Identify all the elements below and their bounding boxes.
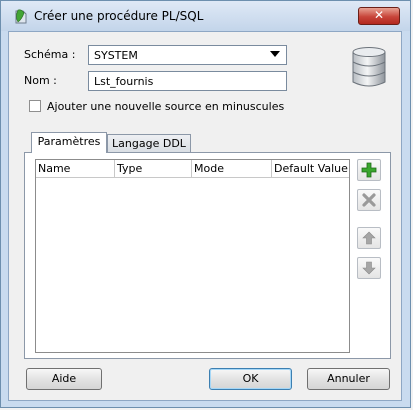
name-label: Nom :: [24, 74, 57, 87]
move-down-icon: [362, 261, 376, 275]
title-bar[interactable]: Créer une procédure PL/SQL ✕: [1, 1, 410, 31]
column-header-name[interactable]: Name: [36, 160, 115, 178]
help-button[interactable]: Aide: [26, 368, 102, 390]
move-down-button[interactable]: [357, 257, 381, 279]
column-header-mode[interactable]: Mode: [192, 160, 272, 178]
cancel-button-label: Annuler: [327, 372, 370, 385]
dialog-window: Créer une procédure PL/SQL ✕ Schéma : SY…: [0, 0, 411, 408]
help-button-label: Aide: [51, 372, 77, 385]
close-icon: ✕: [373, 8, 385, 22]
move-up-icon: [362, 231, 376, 245]
column-header-default-value[interactable]: Default Value: [272, 160, 349, 178]
name-value: Lst_fournis: [94, 75, 154, 88]
tab-parametres[interactable]: Paramètres: [31, 132, 107, 153]
name-field[interactable]: Lst_fournis: [88, 71, 287, 91]
ok-button[interactable]: OK: [209, 368, 292, 390]
parameters-panel: Name Type Mode Default Value: [24, 152, 391, 359]
add-parameter-button[interactable]: [357, 159, 381, 181]
tab-parametres-label: Paramètres: [37, 135, 101, 148]
column-header-type[interactable]: Type: [115, 160, 192, 178]
procedure-icon: [15, 9, 27, 24]
parameters-table[interactable]: Name Type Mode Default Value: [35, 159, 350, 353]
lowercase-checkbox-label[interactable]: Ajouter une nouvelle source en minuscule…: [47, 100, 284, 113]
schema-select[interactable]: SYSTEM: [88, 45, 287, 65]
remove-icon: [362, 193, 376, 207]
tab-langage-ddl-label: Langage DDL: [112, 137, 186, 150]
lowercase-checkbox[interactable]: [29, 100, 41, 112]
chevron-down-icon[interactable]: [270, 51, 280, 57]
window-title: Créer une procédure PL/SQL: [34, 9, 204, 23]
tab-langage-ddl[interactable]: Langage DDL: [107, 134, 191, 153]
ok-button-label: OK: [242, 372, 259, 385]
schema-value: SYSTEM: [94, 49, 138, 62]
close-button[interactable]: ✕: [358, 7, 400, 25]
database-icon: [352, 47, 386, 87]
cancel-button[interactable]: Annuler: [307, 368, 390, 390]
schema-label: Schéma :: [24, 48, 76, 61]
add-icon: [361, 162, 377, 178]
remove-parameter-button[interactable]: [357, 189, 381, 211]
dialog-body: Schéma : SYSTEM Nom : Lst_fournis Ajoute…: [8, 31, 402, 401]
move-up-button[interactable]: [357, 227, 381, 249]
